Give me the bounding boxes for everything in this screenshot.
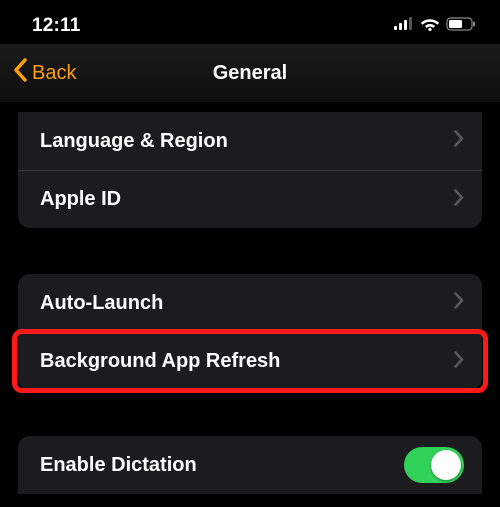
toggle-knob [431, 450, 461, 480]
wifi-icon [420, 17, 440, 36]
row-label: Auto-Launch [40, 292, 163, 315]
chevron-right-icon [454, 130, 464, 152]
chevron-right-icon [454, 292, 464, 314]
row-label: Background App Refresh [40, 350, 280, 373]
cellular-icon [394, 17, 414, 35]
settings-group-1: Language & Region Apple ID [18, 112, 482, 228]
row-label: Language & Region [40, 130, 228, 153]
toggle-switch[interactable] [404, 447, 464, 483]
status-icons [394, 17, 476, 36]
settings-group-3: Enable Dictation [18, 436, 482, 494]
chevron-left-icon [12, 58, 28, 88]
row-auto-launch[interactable]: Auto-Launch [18, 274, 482, 332]
back-label: Back [32, 62, 76, 85]
content: Language & Region Apple ID Auto-Launch B… [0, 102, 500, 494]
nav-bar: Back General [0, 44, 500, 102]
back-button[interactable]: Back [0, 58, 76, 88]
status-time: 12:11 [32, 15, 81, 37]
row-background-app-refresh[interactable]: Background App Refresh [18, 332, 482, 390]
status-bar: 12:11 [0, 0, 500, 44]
row-apple-id[interactable]: Apple ID [18, 170, 482, 228]
chevron-right-icon [454, 351, 464, 373]
battery-icon [446, 17, 476, 36]
row-label: Enable Dictation [40, 454, 197, 477]
row-enable-dictation[interactable]: Enable Dictation [18, 436, 482, 494]
settings-group-2: Auto-Launch Background App Refresh [18, 274, 482, 390]
chevron-right-icon [454, 189, 464, 211]
row-language-region[interactable]: Language & Region [18, 112, 482, 170]
row-label: Apple ID [40, 188, 121, 211]
